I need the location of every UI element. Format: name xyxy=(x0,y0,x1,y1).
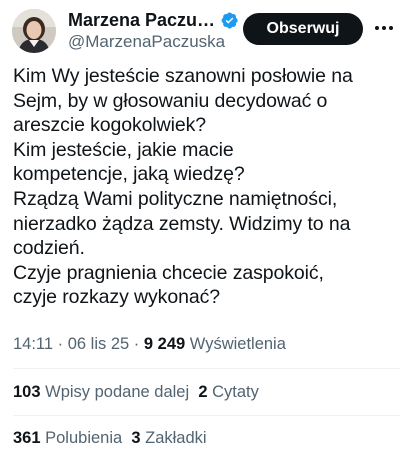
quotes-label: Cytaty xyxy=(212,383,259,401)
more-dots-icon[interactable] xyxy=(374,18,394,38)
tweet-line: czyje rozkazy wykonać? xyxy=(13,286,220,309)
follow-button[interactable]: Obserwuj xyxy=(243,13,363,45)
quotes-stat[interactable]: 2 Cytaty xyxy=(198,383,259,401)
avatar[interactable] xyxy=(12,9,56,53)
tweet-header: Marzena Paczu… @MarzenaPaczuska Obserwuj xyxy=(0,0,400,62)
like-stats-row: 361 Polubienia 3 Zakładki xyxy=(13,429,207,448)
reposts-count: 103 xyxy=(13,383,41,401)
tweet-meta: 14:11 · 06 lis 25 · 9 249 Wyświetlenia xyxy=(13,335,286,354)
reposts-label: Wpisy podane dalej xyxy=(45,383,190,401)
tweet-line: codzień. xyxy=(13,237,85,260)
tweet-line: areszcie kogokolwiek? xyxy=(13,114,206,137)
likes-count: 361 xyxy=(13,429,41,447)
tweet-line: Kim jesteście, jakie macie xyxy=(13,138,234,161)
tweet-time[interactable]: 14:11 xyxy=(13,335,53,353)
divider xyxy=(13,415,400,416)
quotes-count: 2 xyxy=(198,383,208,401)
reposts-stat[interactable]: 103 Wpisy podane dalej xyxy=(13,383,189,401)
tweet-line: Sejm, by w głosowaniu decydować o xyxy=(13,89,328,112)
tweet-line: Kim Wy jesteście szanowni posłowie na xyxy=(13,65,353,87)
author-name[interactable]: Marzena Paczu… xyxy=(68,10,215,31)
tweet-text: Kim Wy jesteście szanowni posłowie na Se… xyxy=(13,64,393,310)
views-count: 9 249 xyxy=(143,335,186,353)
tweet-date[interactable]: 06 lis 25 xyxy=(68,335,129,353)
tweet-line: kompetencje, jaką wiedzę? xyxy=(13,163,245,186)
tweet-line: nierzadko żądza zemsty. Widzimy to na xyxy=(13,212,351,235)
bookmarks-stat[interactable]: 3 Zakładki xyxy=(131,429,206,447)
divider xyxy=(13,368,400,369)
likes-label: Polubienia xyxy=(45,429,123,447)
views-label: Wyświetlenia xyxy=(185,335,286,353)
verified-badge-icon xyxy=(220,11,239,30)
bookmarks-count: 3 xyxy=(131,429,141,447)
meta-separator: · xyxy=(129,335,144,353)
repost-stats-row: 103 Wpisy podane dalej 2 Cytaty xyxy=(13,383,259,402)
tweet-line: Czyje pragnienia chcecie zaspokoić, xyxy=(13,261,324,284)
tweet-line: Rządzą Wami polityczne namiętności, xyxy=(13,187,338,210)
name-row: Marzena Paczu… xyxy=(68,9,239,31)
bookmarks-label: Zakładki xyxy=(145,429,207,447)
likes-stat[interactable]: 361 Polubienia xyxy=(13,429,122,447)
author-handle[interactable]: @MarzenaPaczuska xyxy=(68,32,225,52)
meta-separator: · xyxy=(53,335,68,353)
